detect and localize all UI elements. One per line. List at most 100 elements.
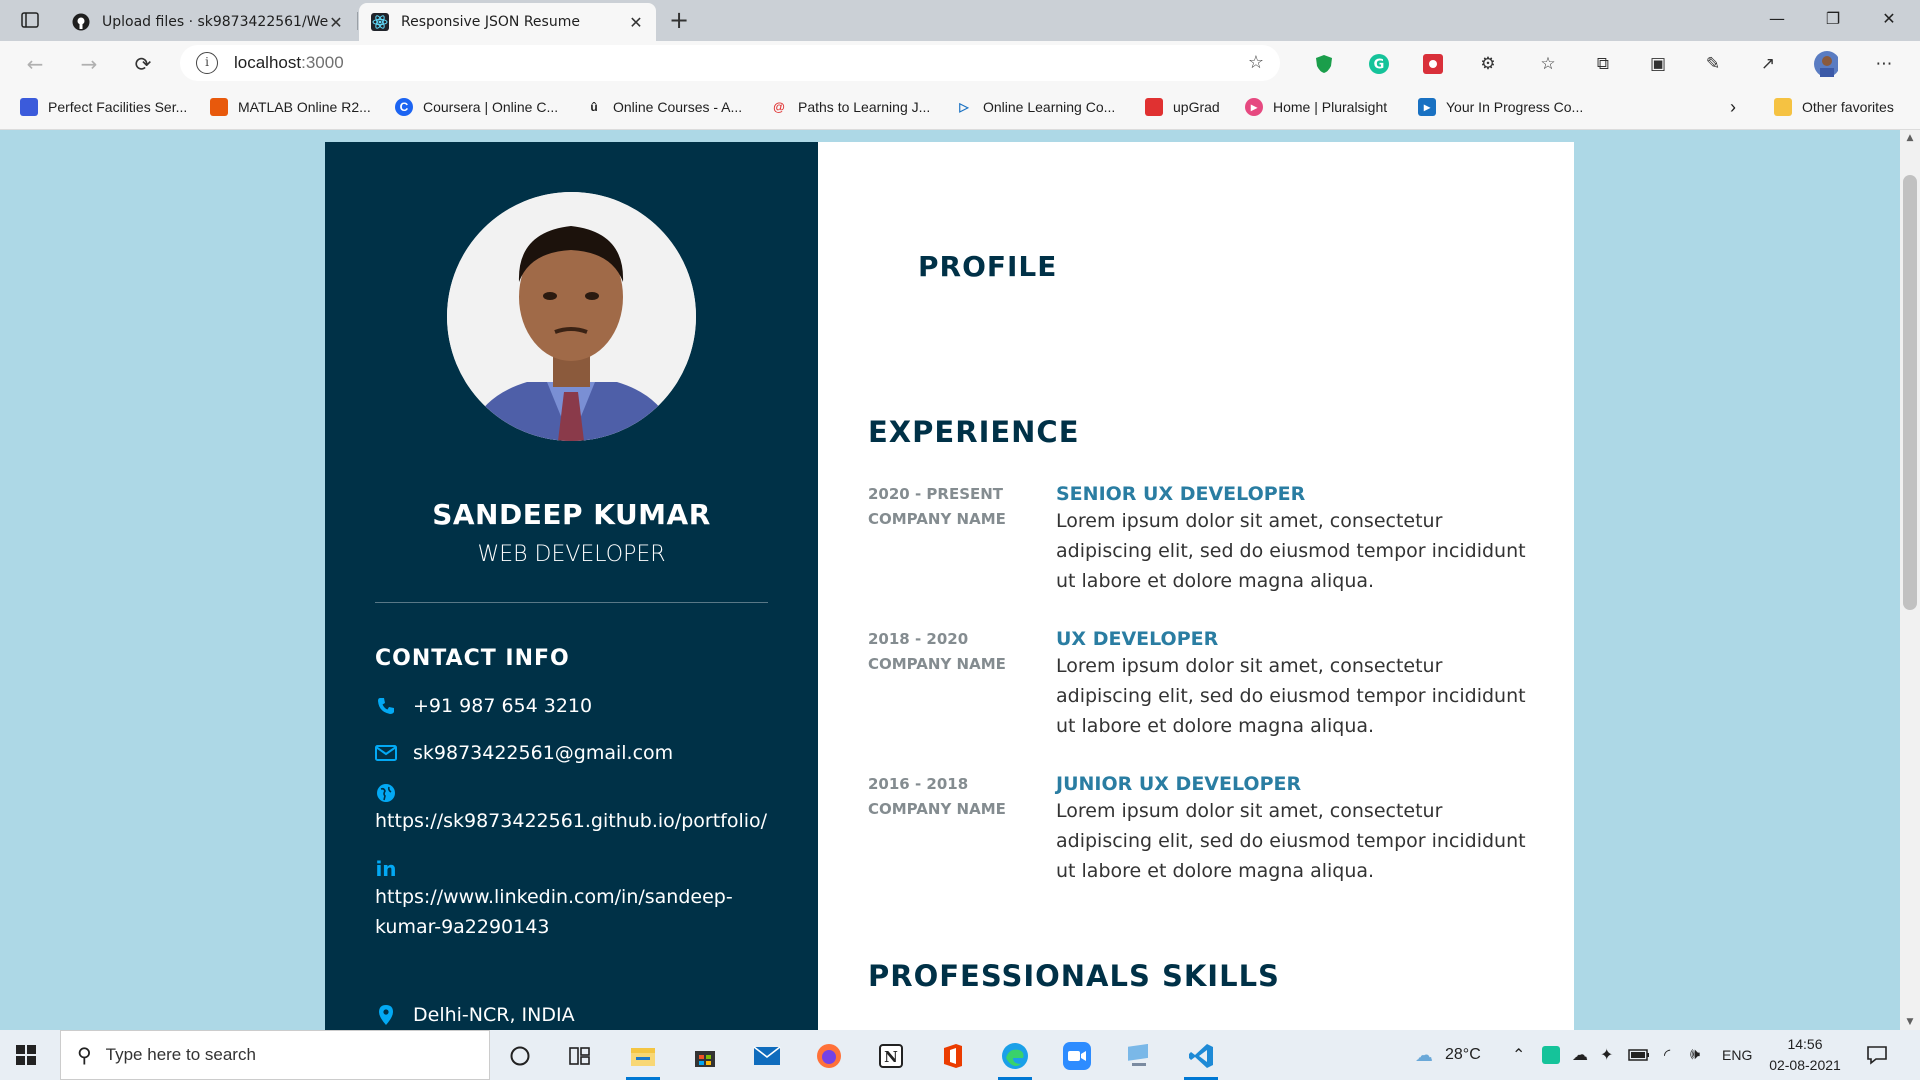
web-capture-icon[interactable]: ✎: [1701, 52, 1725, 76]
file-explorer-icon[interactable]: [620, 1036, 666, 1080]
profile-avatar-icon[interactable]: [1814, 51, 1838, 77]
wifi-icon[interactable]: ◜: [1664, 1030, 1670, 1080]
bookmark-item[interactable]: MATLAB Online R2...: [210, 96, 371, 118]
office-icon[interactable]: [930, 1036, 976, 1076]
grammarly-tray-icon[interactable]: [1542, 1030, 1560, 1080]
forward-button[interactable]: →: [74, 49, 104, 79]
bookmark-item[interactable]: @ Paths to Learning J...: [770, 96, 930, 118]
phone-icon: [375, 695, 397, 717]
minimize-button[interactable]: —: [1750, 0, 1804, 38]
address-url[interactable]: localhost:3000: [234, 53, 344, 73]
notion-icon[interactable]: N: [868, 1036, 914, 1076]
windows-start-icon[interactable]: [16, 1045, 36, 1065]
taskbar-clock[interactable]: 14:56 02-08-2021: [1760, 1034, 1850, 1076]
bookmark-item[interactable]: upGrad: [1145, 96, 1220, 118]
extensions-icon[interactable]: ⚙: [1476, 52, 1500, 76]
search-icon: ⚲: [77, 1043, 92, 1067]
bookmark-item[interactable]: ▸ Home | Pluralsight: [1245, 96, 1387, 118]
page-viewport: SANDEEP KUMAR WEB DEVELOPER CONTACT INFO…: [0, 130, 1900, 1030]
restore-button[interactable]: ❐: [1806, 0, 1860, 38]
resume-main: PROFILE EXPERIENCE 2020 - PRESENT COMPAN…: [818, 142, 1574, 1030]
browser-toolbar: ← → ⟳ i localhost:3000 ☆ G ⚙ ☆ ⧉ ▣ ✎ ↗ ⋯: [0, 41, 1920, 86]
experience-meta: 2016 - 2018 COMPANY NAME: [868, 772, 1038, 822]
bookmark-item[interactable]: ▸ Your In Progress Co...: [1418, 96, 1583, 118]
remote-desktop-icon[interactable]: [1116, 1036, 1162, 1076]
website-text[interactable]: https://sk9873422561.github.io/portfolio…: [375, 806, 775, 836]
weather-temp: 28°C: [1445, 1046, 1481, 1063]
store-icon[interactable]: [682, 1036, 728, 1076]
contact-website: https://sk9873422561.github.io/portfolio…: [375, 782, 775, 836]
mail-icon[interactable]: [744, 1036, 790, 1076]
add-favorite-icon[interactable]: ☆: [1248, 52, 1264, 73]
tab-actions-icon: [21, 12, 39, 28]
url-host: localhost: [234, 53, 302, 72]
linkedin-text[interactable]: https://www.linkedin.com/in/sandeep-kuma…: [375, 882, 775, 942]
tab-responsive-json-resume[interactable]: Responsive JSON Resume ✕: [359, 3, 656, 41]
new-tab-button[interactable]: +: [664, 6, 694, 36]
address-bar[interactable]: i localhost:3000 ☆: [180, 45, 1280, 81]
clock-time: 14:56: [1787, 1036, 1823, 1052]
learning-paths-icon: @: [770, 98, 788, 116]
experience-position: UX DEVELOPER: [1056, 628, 1219, 650]
language-indicator[interactable]: ENG: [1722, 1030, 1752, 1080]
bookmark-item[interactable]: ▷ Online Learning Co...: [955, 96, 1115, 118]
taskbar-search[interactable]: ⚲ Type here to search: [60, 1030, 490, 1080]
other-favorites[interactable]: Other favorites: [1774, 96, 1894, 118]
cortana-icon[interactable]: [497, 1036, 543, 1076]
profile-photo: [447, 192, 696, 441]
upgrad-icon: [1145, 98, 1163, 116]
more-bookmarks-chevron-icon[interactable]: ›: [1730, 96, 1736, 118]
refresh-button[interactable]: ⟳: [128, 49, 158, 79]
bookmark-label: Your In Progress Co...: [1446, 99, 1584, 115]
tab-upload-files[interactable]: Upload files · sk9873422561/Web ✕: [60, 3, 356, 41]
firefox-icon[interactable]: [806, 1036, 852, 1076]
phone-text: +91 987 654 3210: [413, 695, 593, 717]
tab-actions-button[interactable]: [16, 9, 44, 31]
onedrive-icon[interactable]: ☁: [1572, 1030, 1588, 1080]
bookmark-label: Home | Pluralsight: [1273, 99, 1388, 115]
battery-icon[interactable]: [1628, 1030, 1650, 1080]
bookmark-item[interactable]: C Coursera | Online C...: [395, 96, 558, 118]
zoom-icon[interactable]: [1054, 1036, 1100, 1076]
math-solver-icon[interactable]: ▣: [1646, 52, 1670, 76]
volume-icon[interactable]: 🕪: [1690, 1030, 1700, 1080]
task-view-icon[interactable]: [557, 1036, 603, 1076]
edge-icon[interactable]: [992, 1036, 1038, 1080]
close-tab-icon[interactable]: ✕: [328, 13, 344, 32]
shield-extension-icon[interactable]: [1312, 52, 1336, 76]
vscode-icon[interactable]: [1178, 1036, 1224, 1080]
grammarly-icon[interactable]: G: [1367, 52, 1391, 76]
experience-years: 2018 - 2020: [868, 630, 969, 648]
close-window-button[interactable]: ✕: [1862, 0, 1916, 38]
experience-position: JUNIOR UX DEVELOPER: [1056, 773, 1302, 795]
scroll-up-icon[interactable]: ▲: [1900, 130, 1920, 146]
collections-icon[interactable]: ⧉: [1591, 52, 1615, 76]
bookmark-label: Paths to Learning J...: [798, 99, 931, 115]
weather-icon: ☁: [1415, 1044, 1433, 1065]
bookmark-item[interactable]: Perfect Facilities Ser...: [20, 96, 187, 118]
close-tab-icon[interactable]: ✕: [628, 13, 644, 32]
email-text[interactable]: sk9873422561@gmail.com: [413, 742, 673, 764]
screenshot-extension-icon[interactable]: [1421, 52, 1445, 76]
bookmark-item[interactable]: û Online Courses - A...: [585, 96, 742, 118]
resume-container: SANDEEP KUMAR WEB DEVELOPER CONTACT INFO…: [325, 142, 1574, 1030]
skills-heading: PROFESSIONALS SKILLS: [868, 959, 1280, 993]
url-port: :3000: [301, 53, 344, 72]
back-button[interactable]: ←: [20, 49, 50, 79]
show-hidden-icons-icon[interactable]: ⌃: [1512, 1030, 1525, 1080]
notifications-icon[interactable]: [1866, 1030, 1888, 1080]
github-icon: [72, 13, 90, 31]
experience-company: COMPANY NAME: [868, 655, 1006, 673]
dropbox-icon[interactable]: ✦: [1600, 1030, 1613, 1080]
profile-heading: PROFILE: [918, 250, 1058, 283]
page-scrollbar[interactable]: ▲ ▼: [1900, 130, 1920, 1030]
weather-widget[interactable]: ☁ 28°C: [1415, 1030, 1481, 1080]
share-icon[interactable]: ↗: [1756, 52, 1780, 76]
favorites-icon[interactable]: ☆: [1536, 52, 1560, 76]
bookmark-label: upGrad: [1173, 99, 1220, 115]
scroll-down-icon[interactable]: ▼: [1900, 1014, 1920, 1030]
scrollbar-thumb[interactable]: [1903, 175, 1917, 610]
react-icon: [371, 13, 389, 31]
site-info-icon[interactable]: i: [196, 52, 218, 74]
settings-more-icon[interactable]: ⋯: [1872, 52, 1896, 76]
